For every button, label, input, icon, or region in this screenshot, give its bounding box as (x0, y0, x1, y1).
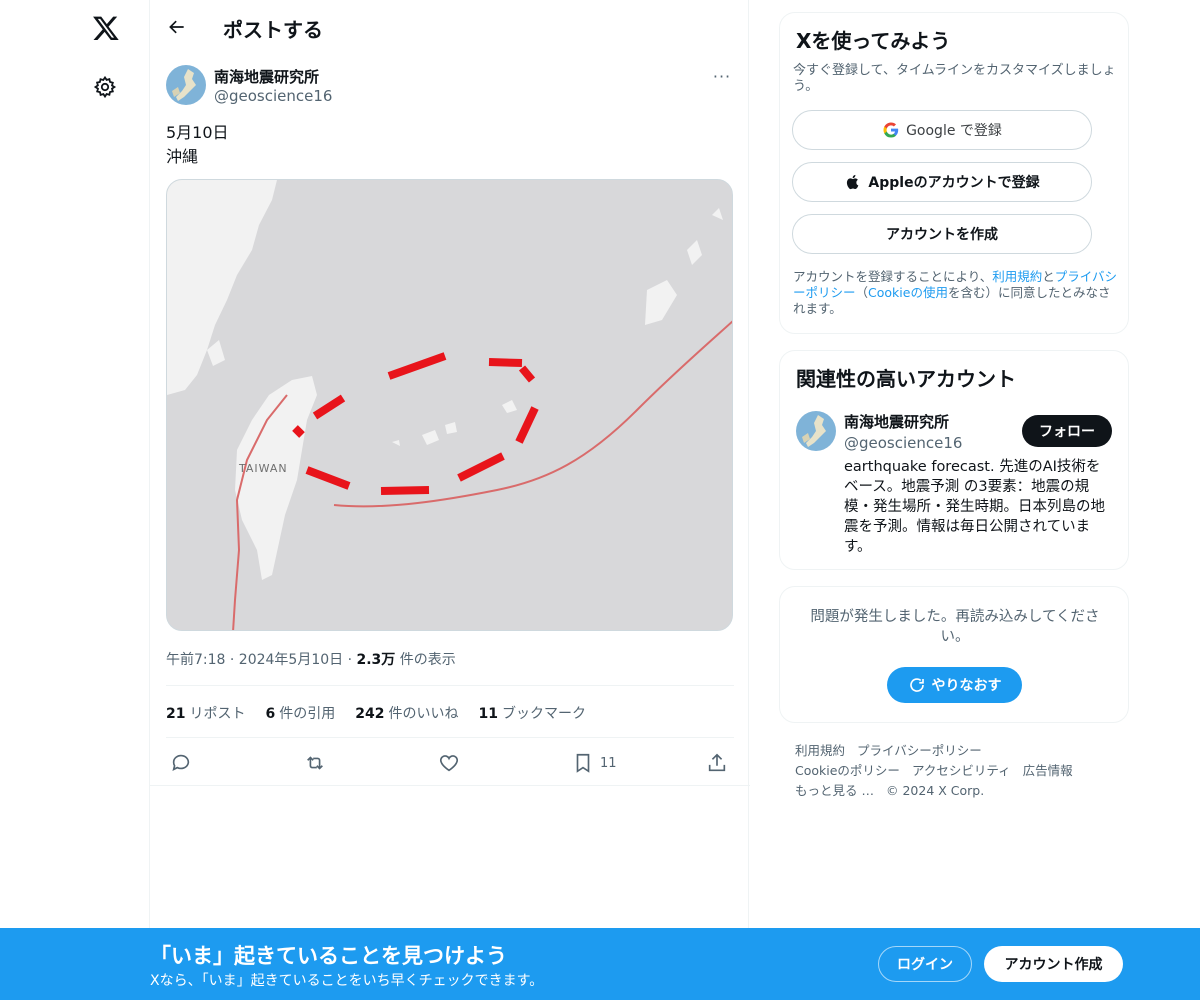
related-accounts-card: 関連性の高いアカウント 南海地震研究所 @geoscience16 フォロー e… (779, 350, 1129, 570)
footer-link-cookie[interactable]: Cookieのポリシー (795, 763, 900, 778)
footer-link-accessibility[interactable]: アクセシビリティ (912, 763, 1011, 778)
bottom-signup-bar: 「いま」起きていることを見つけよう Xなら、「いま」起きていることをいち早くチェ… (0, 928, 1200, 1000)
google-signup-label: Google (906, 123, 956, 139)
divider (150, 785, 750, 786)
stat-reposts[interactable]: 21 リポスト (166, 703, 245, 723)
account-name[interactable]: 南海地震研究所 (844, 411, 949, 432)
repost-icon[interactable] (304, 747, 326, 779)
reply-icon[interactable] (170, 747, 192, 779)
legal-text: アカウントを登録することにより、利用規約とプライバシーポリシー（Cookieの使… (793, 269, 1118, 316)
like-icon[interactable] (438, 747, 460, 779)
page-header: ポストする (150, 0, 750, 53)
left-nav (0, 0, 150, 1000)
tweet-text: 5月10日 沖縄 (166, 121, 229, 169)
bottom-bar-title: 「いま」起きていることを見つけよう (150, 944, 507, 968)
more-icon[interactable]: ··· (710, 66, 734, 86)
related-card-title: 関連性の高いアカウント (796, 367, 1016, 391)
apple-icon (847, 174, 859, 190)
tweet-actions: 11 (166, 747, 734, 779)
author-name[interactable]: 南海地震研究所 (214, 66, 319, 87)
stat-bookmarks[interactable]: 11 ブックマーク (478, 703, 585, 723)
footer-link-terms[interactable]: 利用規約 (795, 743, 845, 758)
error-message: 問題が発生しました。再読み込みしてください。 (810, 609, 1100, 645)
account-bio: earthquake forecast. 先進のAI技術をベース。地震予測 の3… (844, 459, 1105, 555)
signup-card-subtitle: 今すぐ登録して、タイムラインをカスタマイズしましょう。 (793, 63, 1116, 94)
bookmark-icon (576, 753, 590, 773)
main-column: ポストする 南海地震研究所 @geoscience16 ··· 5月10日 沖縄 (149, 0, 750, 1000)
apple-signup-button[interactable]: Appleのアカウントで登録 (792, 162, 1092, 202)
avatar[interactable] (796, 411, 836, 451)
share-icon[interactable] (706, 747, 728, 779)
back-arrow-icon[interactable] (162, 12, 192, 42)
tweet-image-map[interactable]: TAIWAN (166, 179, 733, 631)
gear-icon[interactable] (90, 72, 120, 102)
author-handle[interactable]: @geoscience16 (214, 87, 332, 105)
error-card: 問題が発生しました。再読み込みしてください。 やりなおす (779, 586, 1129, 723)
tweet-meta: 午前7:18 · 2024年5月10日 · 2.3万 件の表示 (166, 649, 456, 669)
retry-button[interactable]: やりなおす (887, 667, 1022, 703)
tweet-text-line1: 5月10日 (166, 123, 229, 142)
apple-signup-label: Appleのアカウントで登録 (868, 175, 1040, 191)
map-label-taiwan: TAIWAN (238, 462, 288, 475)
views-label: 件の表示 (395, 652, 456, 668)
x-logo-icon[interactable] (88, 10, 124, 46)
tweet-time[interactable]: 午前7:18 · 2024年5月10日 · (166, 652, 357, 668)
footer-links: 利用規約 プライバシーポリシー Cookieのポリシー アクセシビリティ 広告情報 も… (795, 741, 1125, 801)
retry-label: やりなおす (931, 678, 1002, 694)
cookie-link[interactable]: Cookieの使用 (868, 285, 948, 300)
footer-copyright: © 2024 X Corp. (885, 783, 985, 798)
create-account-button[interactable]: アカウントを作成 (792, 214, 1092, 254)
bookmark-count: 11 (600, 755, 617, 771)
terms-link[interactable]: 利用規約 (992, 269, 1042, 284)
login-button[interactable]: ログイン (878, 946, 972, 982)
create-account-label: アカウントを作成 (886, 227, 998, 243)
stat-quotes[interactable]: 6 件の引用 (265, 703, 335, 723)
account-handle[interactable]: @geoscience16 (844, 434, 962, 452)
footer-link-more[interactable]: もっと見る … (795, 783, 874, 798)
page-title: ポストする (223, 18, 323, 42)
avatar[interactable] (166, 65, 206, 105)
signup-card-title: Xを使ってみよう (796, 29, 951, 53)
views-count: 2.3万 (356, 652, 396, 668)
tweet-text-line2: 沖縄 (166, 147, 199, 166)
footer-link-ads[interactable]: 広告情報 (1023, 763, 1073, 778)
signup-button[interactable]: アカウント作成 (984, 946, 1123, 982)
tweet-stats: 21 リポスト 6 件の引用 242 件のいいね 11 ブックマーク (166, 703, 586, 723)
divider (166, 685, 734, 686)
bottom-bar-subtitle: Xなら、「いま」起きていることをいち早くチェックできます。 (150, 973, 544, 989)
stat-likes[interactable]: 242 件のいいね (355, 703, 458, 723)
follow-button[interactable]: フォロー (1022, 415, 1112, 447)
bookmark-button[interactable]: 11 (572, 747, 617, 779)
google-signup-button[interactable]: Google で登録 (792, 110, 1092, 150)
tweet-author: 南海地震研究所 @geoscience16 ··· (166, 64, 734, 108)
footer-link-privacy[interactable]: プライバシーポリシー (857, 743, 982, 758)
refresh-icon (909, 678, 924, 692)
google-icon (883, 122, 899, 138)
signup-card: Xを使ってみよう 今すぐ登録して、タイムラインをカスタマイズしましょう。 Goo… (779, 12, 1129, 334)
divider (166, 737, 734, 738)
